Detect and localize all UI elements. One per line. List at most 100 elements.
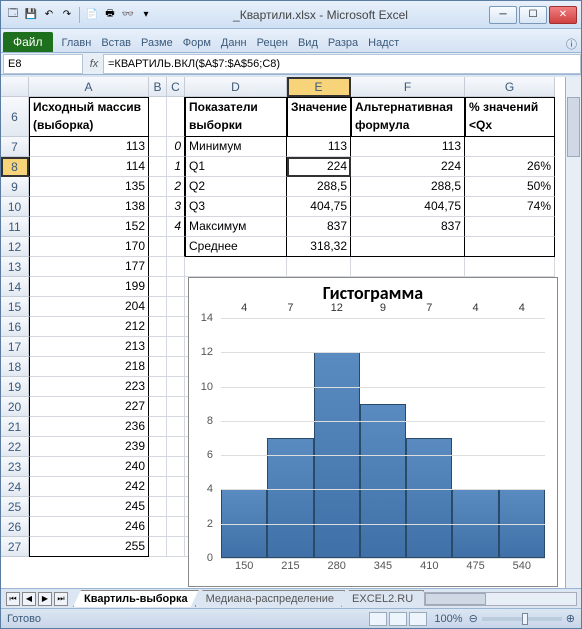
column-header[interactable]: G xyxy=(465,77,555,97)
cell[interactable] xyxy=(465,257,555,277)
ribbon-tab-view[interactable]: Вид xyxy=(293,34,323,52)
ribbon-tab-addins[interactable]: Надст xyxy=(363,34,404,52)
header-indicator[interactable]: Показатели выборки xyxy=(185,97,287,137)
cell[interactable]: 404,75 xyxy=(287,197,351,217)
column-header[interactable]: C xyxy=(167,77,185,97)
cell[interactable] xyxy=(167,297,185,317)
fx-button[interactable]: fx xyxy=(85,58,103,70)
cell[interactable]: 246 xyxy=(29,517,149,537)
zoom-slider-thumb[interactable] xyxy=(522,613,528,625)
row-header[interactable]: 10 xyxy=(1,197,29,217)
zoom-out-button[interactable]: ⊖ xyxy=(469,612,478,625)
tab-nav-buttons[interactable]: ⏮ ◀ ▶ ⏭ xyxy=(5,592,69,606)
formula-input[interactable]: =КВАРТИЛЬ.ВКЛ($A$7:$A$56;C8) xyxy=(103,54,581,74)
qat-icon[interactable]: 📄 xyxy=(84,7,100,23)
cell[interactable] xyxy=(167,457,185,477)
row-header[interactable]: 14 xyxy=(1,277,29,297)
cell[interactable]: 213 xyxy=(29,337,149,357)
cell[interactable]: 74% xyxy=(465,197,555,217)
undo-icon[interactable]: ↶ xyxy=(41,7,57,23)
cell[interactable]: 135 xyxy=(29,177,149,197)
ribbon-tab-developer[interactable]: Разра xyxy=(323,34,363,52)
cell[interactable]: 318,32 xyxy=(287,237,351,257)
cell[interactable] xyxy=(167,257,185,277)
row-header[interactable]: 17 xyxy=(1,337,29,357)
cell[interactable] xyxy=(465,137,555,157)
column-header[interactable]: D xyxy=(185,77,287,97)
cell[interactable]: 224 xyxy=(287,157,351,177)
row-header[interactable]: 25 xyxy=(1,497,29,517)
worksheet[interactable]: ABCDEFG6Исходный массив (выборка)Показат… xyxy=(1,77,581,588)
cell[interactable]: 199 xyxy=(29,277,149,297)
cell[interactable] xyxy=(167,477,185,497)
cell[interactable] xyxy=(167,537,185,557)
ribbon-tab-formulas[interactable]: Форм xyxy=(178,34,216,52)
redo-icon[interactable]: ↷ xyxy=(59,7,75,23)
header-sample[interactable]: Исходный массив (выборка) xyxy=(29,97,149,137)
row-header[interactable]: 19 xyxy=(1,377,29,397)
cell[interactable]: 224 xyxy=(351,157,465,177)
cell[interactable]: 113 xyxy=(351,137,465,157)
cell[interactable]: Q2 xyxy=(185,177,287,197)
row-header[interactable]: 13 xyxy=(1,257,29,277)
cell[interactable]: 114 xyxy=(29,157,149,177)
row-header[interactable]: 22 xyxy=(1,437,29,457)
save-icon[interactable]: 💾 xyxy=(23,7,39,23)
cell[interactable] xyxy=(465,237,555,257)
cell[interactable]: 4 xyxy=(167,217,185,237)
row-header[interactable]: 6 xyxy=(1,97,29,137)
qat-icon[interactable]: 👓 xyxy=(120,7,136,23)
maximize-button[interactable]: ☐ xyxy=(519,6,547,24)
row-header[interactable]: 21 xyxy=(1,417,29,437)
header-value[interactable]: Значение xyxy=(287,97,351,137)
cell[interactable]: 204 xyxy=(29,297,149,317)
row-header[interactable]: 16 xyxy=(1,317,29,337)
tab-next-icon[interactable]: ▶ xyxy=(38,592,52,606)
cell[interactable] xyxy=(167,357,185,377)
sheet-tab-active[interactable]: Квартиль-выборка xyxy=(73,590,199,607)
ribbon-tab-insert[interactable]: Встав xyxy=(96,34,136,52)
cell[interactable]: 2 xyxy=(167,177,185,197)
cell[interactable]: 113 xyxy=(29,137,149,157)
view-layout-button[interactable] xyxy=(389,612,407,626)
cell[interactable]: 239 xyxy=(29,437,149,457)
cell[interactable] xyxy=(287,257,351,277)
zoom-slider[interactable] xyxy=(482,617,562,621)
cell[interactable]: 837 xyxy=(287,217,351,237)
ribbon-tab-data[interactable]: Данн xyxy=(216,34,252,52)
header-pct[interactable]: % значений <Qx xyxy=(465,97,555,137)
column-header[interactable]: A xyxy=(29,77,149,97)
cell[interactable]: 255 xyxy=(29,537,149,557)
name-box[interactable]: E8 xyxy=(3,54,83,74)
cell[interactable]: 1 xyxy=(167,157,185,177)
cell[interactable]: 242 xyxy=(29,477,149,497)
sheet-tab[interactable]: Медиана-распределение xyxy=(195,590,345,607)
sheet-tab[interactable]: EXCEL2.RU xyxy=(341,590,424,607)
cell[interactable]: 227 xyxy=(29,397,149,417)
cell[interactable] xyxy=(167,437,185,457)
vertical-scrollbar[interactable] xyxy=(565,77,581,588)
cell[interactable]: 245 xyxy=(29,497,149,517)
row-header[interactable]: 27 xyxy=(1,537,29,557)
scrollbar-thumb[interactable] xyxy=(425,593,485,605)
horizontal-scrollbar[interactable] xyxy=(424,592,577,606)
row-header[interactable]: 12 xyxy=(1,237,29,257)
ribbon-tab-review[interactable]: Рецен xyxy=(252,34,293,52)
cell[interactable]: 218 xyxy=(29,357,149,377)
cell[interactable] xyxy=(167,517,185,537)
column-header[interactable]: E xyxy=(287,77,351,97)
cell[interactable] xyxy=(351,237,465,257)
cell[interactable]: 212 xyxy=(29,317,149,337)
cell[interactable]: 288,5 xyxy=(287,177,351,197)
minimize-button[interactable]: ─ xyxy=(489,6,517,24)
ribbon-tab-layout[interactable]: Разме xyxy=(136,34,178,52)
cell[interactable] xyxy=(351,257,465,277)
row-header[interactable]: 7 xyxy=(1,137,29,157)
row-header[interactable]: 20 xyxy=(1,397,29,417)
tab-last-icon[interactable]: ⏭ xyxy=(54,592,68,606)
cell[interactable] xyxy=(167,237,185,257)
cell[interactable] xyxy=(167,397,185,417)
cell[interactable]: 236 xyxy=(29,417,149,437)
cell[interactable] xyxy=(185,257,287,277)
cell[interactable] xyxy=(167,377,185,397)
